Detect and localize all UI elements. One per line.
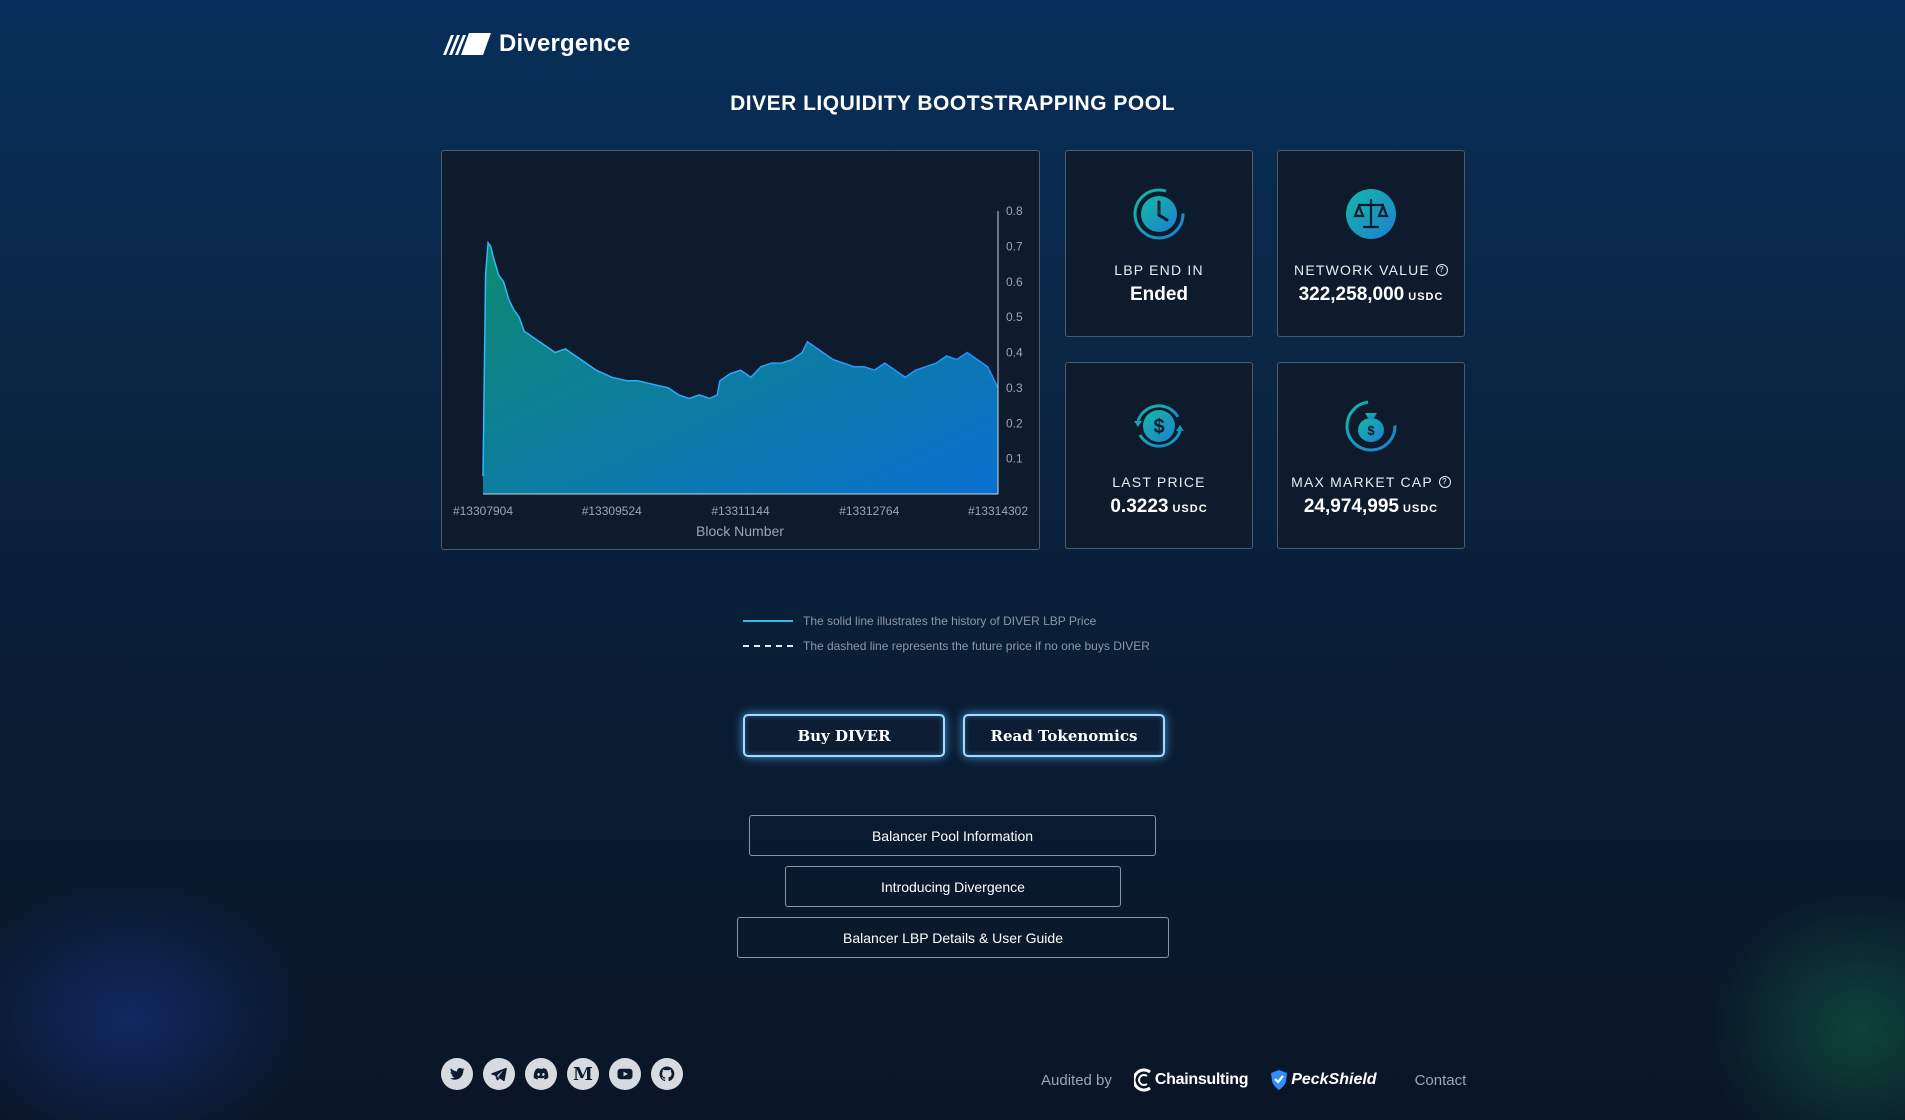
- legend-dashed: The dashed line represents the future pr…: [743, 639, 1150, 653]
- network-value-number: 322,258,000: [1298, 284, 1405, 305]
- y-tick-label: 0.3: [1006, 381, 1023, 395]
- legend-dashed-text: The dashed line represents the future pr…: [803, 639, 1150, 653]
- network-value-label: NETWORK VALUE ?: [1278, 262, 1464, 278]
- y-tick-label: 0.5: [1006, 310, 1023, 324]
- price-history-chart: 0.1 0.2 0.3 0.4 0.5 0.6 0.7 0.8 #13307904 #13309…: [453, 204, 1028, 539]
- svg-text:$: $: [1153, 416, 1164, 438]
- max-market-cap-unit: USDC: [1402, 503, 1439, 515]
- clock-icon: [1133, 188, 1185, 240]
- network-value-unit: USDC: [1408, 291, 1444, 303]
- dashed-line-swatch: [743, 645, 793, 647]
- x-tick-label: #13307904: [453, 504, 513, 518]
- chainsulting-icon: [1133, 1068, 1151, 1092]
- max-market-cap-number: 24,974,995: [1303, 496, 1399, 517]
- last-price-unit: USDC: [1172, 503, 1208, 515]
- scales-icon: [1346, 189, 1396, 239]
- lbp-end-value: Ended: [1129, 284, 1189, 305]
- balancer-pool-info-link[interactable]: Balancer Pool Information: [749, 815, 1156, 856]
- divergence-logo-icon: [443, 33, 491, 55]
- telegram-icon[interactable]: [483, 1058, 515, 1090]
- y-tick-label: 0.7: [1006, 239, 1023, 253]
- shield-icon: [1271, 1070, 1288, 1090]
- max-market-cap-label-text: MAX MARKET CAP: [1291, 474, 1433, 490]
- page-title: DIVER LIQUIDITY BOOTSTRAPPING POOL: [730, 92, 1175, 115]
- youtube-icon[interactable]: [609, 1058, 641, 1090]
- contact-link[interactable]: Contact: [1415, 1072, 1467, 1089]
- y-tick-label: 0.8: [1006, 204, 1023, 218]
- network-value-value: 322,258,000 USDC: [1278, 284, 1464, 306]
- discord-icon[interactable]: [525, 1058, 557, 1090]
- price-chart-card: 0.1 0.2 0.3 0.4 0.5 0.6 0.7 0.8 #13307904 #13309…: [441, 150, 1040, 550]
- x-tick-label: #13312764: [839, 504, 899, 518]
- twitter-icon[interactable]: [441, 1058, 473, 1090]
- medium-icon[interactable]: M: [567, 1058, 599, 1090]
- last-price-card: $ LAST PRICE 0.3223 USDC: [1065, 362, 1253, 549]
- lbp-end-card: LBP END IN Ended: [1065, 150, 1253, 337]
- money-bag-icon: $: [1345, 400, 1397, 452]
- legend-solid-text: The solid line illustrates the history o…: [803, 614, 1097, 628]
- x-tick-label: #13314302: [968, 504, 1028, 518]
- footer-audits: Audited by Chainsulting PeckShield Conta…: [1041, 1068, 1466, 1092]
- dollar-refresh-icon: $: [1134, 404, 1184, 448]
- max-market-cap-card: $ MAX MARKET CAP ? 24,974,995 USDC: [1277, 362, 1465, 549]
- y-tick-label: 0.6: [1006, 275, 1023, 289]
- audited-by-text: Audited by: [1041, 1071, 1112, 1089]
- lbp-details-guide-link[interactable]: Balancer LBP Details & User Guide: [737, 917, 1169, 958]
- social-links: M: [441, 1058, 683, 1090]
- brand-name: Divergence: [499, 30, 631, 57]
- network-value-card: NETWORK VALUE ? 322,258,000 USDC: [1277, 150, 1465, 337]
- x-tick-label: #13311144: [711, 504, 770, 518]
- read-tokenomics-button[interactable]: Read Tokenomics: [963, 714, 1165, 757]
- y-tick-label: 0.4: [1006, 346, 1023, 360]
- last-price-label: LAST PRICE: [1112, 474, 1206, 490]
- y-tick-label: 0.1: [1006, 452, 1023, 466]
- peckshield-logo[interactable]: PeckShield: [1270, 1069, 1377, 1091]
- network-value-label-text: NETWORK VALUE: [1294, 262, 1430, 278]
- github-icon[interactable]: [651, 1058, 683, 1090]
- solid-line-swatch: [743, 620, 793, 622]
- y-tick-label: 0.2: [1006, 416, 1023, 430]
- legend-solid: The solid line illustrates the history o…: [743, 614, 1096, 628]
- buy-diver-button[interactable]: Buy DIVER: [743, 714, 945, 757]
- peckshield-text: PeckShield: [1291, 1071, 1377, 1088]
- chainsulting-text: Chainsulting: [1154, 1071, 1249, 1088]
- introducing-divergence-link[interactable]: Introducing Divergence: [785, 866, 1121, 907]
- last-price-value: 0.3223 USDC: [1066, 496, 1252, 518]
- brand-logo[interactable]: Divergence: [441, 30, 630, 58]
- chainsulting-logo[interactable]: Chainsulting: [1133, 1068, 1249, 1092]
- max-market-cap-label: MAX MARKET CAP ?: [1278, 474, 1464, 490]
- lbp-end-label: LBP END IN: [1114, 262, 1204, 278]
- last-price-number: 0.3223: [1110, 496, 1169, 517]
- svg-text:$: $: [1367, 423, 1375, 438]
- x-tick-label: #13309524: [582, 504, 642, 518]
- max-market-cap-value: 24,974,995 USDC: [1278, 496, 1464, 518]
- help-icon[interactable]: ?: [1435, 264, 1448, 276]
- x-axis-title: Block Number: [696, 523, 784, 539]
- help-icon[interactable]: ?: [1438, 476, 1451, 488]
